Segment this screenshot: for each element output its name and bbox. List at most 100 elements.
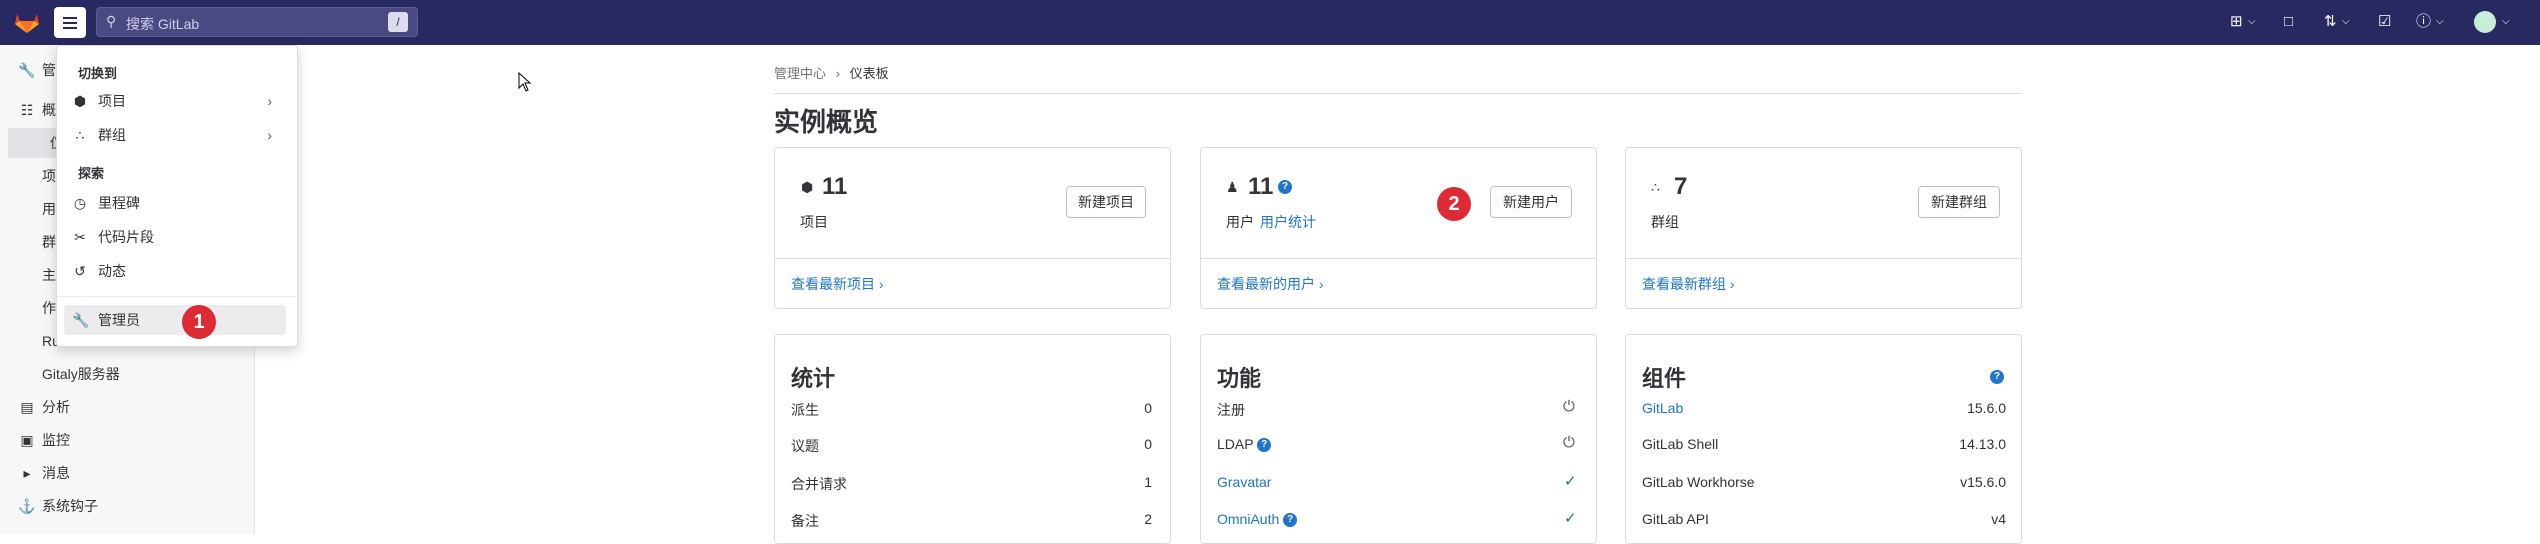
groups-count: 7 — [1674, 173, 1688, 200]
components-help-icon[interactable]: ? — [1990, 370, 2004, 384]
menu-item-projects[interactable]: ⬢ 项目 › — [64, 86, 286, 116]
latest-users-link[interactable]: 查看最新的用户 › — [1217, 274, 1324, 294]
chevron-down-icon[interactable]: ⌵ — [2436, 12, 2444, 32]
top-navbar: ⚲ 搜索 GitLab / ⊞ ⌵ □ ⇅ ⌵ ☑ ⓘ ⌵ ⌵ — [0, 0, 2540, 45]
component-api-version: v4 — [1991, 511, 2006, 527]
new-group-button[interactable]: 新建群组 — [1918, 186, 2000, 218]
menu-item-groups[interactable]: ∴ 群组 › — [64, 120, 286, 150]
stat-issues-value: 0 — [1144, 436, 1152, 452]
latest-groups-link[interactable]: 查看最新群组 › — [1642, 274, 1735, 294]
component-workhorse-label: GitLab Workhorse — [1642, 474, 1755, 490]
component-workhorse-version: v15.6.0 — [1960, 474, 2006, 490]
omniauth-help-icon[interactable]: ? — [1283, 513, 1298, 528]
hook-icon: ⚓ — [18, 498, 36, 514]
project-icon: ⬢ — [73, 93, 87, 109]
chevron-right-icon: › — [267, 127, 272, 143]
breadcrumb-separator: › — [835, 66, 840, 81]
users-count: 11 — [1248, 173, 1274, 200]
search-shortcut-key: / — [388, 12, 408, 32]
projects-label: 项目 — [800, 214, 828, 230]
clock-icon: ◷ — [73, 195, 87, 211]
ldap-help-icon[interactable]: ? — [1257, 438, 1272, 453]
gitlab-logo-icon[interactable] — [14, 10, 40, 34]
stat-merge-requests-label: 合并请求 — [791, 476, 847, 492]
breadcrumb: 管理中心 › 仪表板 — [774, 63, 889, 82]
component-gitlab-link[interactable]: GitLab — [1642, 400, 1683, 416]
stat-forks-value: 0 — [1144, 400, 1152, 416]
merge-request-icon[interactable]: ⇅ — [2324, 12, 2337, 32]
statistics-title: 统计 — [791, 366, 836, 391]
breadcrumb-admin[interactable]: 管理中心 — [774, 66, 826, 81]
menu-item-activity[interactable]: ↺ 动态 — [64, 256, 286, 286]
chevron-down-icon[interactable]: ⌵ — [2342, 12, 2350, 32]
new-user-button[interactable]: 新建用户 — [1490, 186, 1572, 218]
bullhorn-icon: ▸ — [23, 465, 31, 481]
menu-item-admin[interactable]: 🔧 管理员 — [64, 305, 286, 335]
sidebar-item-analytics[interactable]: ▤ 分析 — [0, 392, 254, 422]
main-menu-button[interactable] — [54, 7, 86, 38]
stat-notes-value: 2 — [1144, 511, 1152, 527]
users-label: 用户 — [1226, 214, 1254, 230]
sidebar-item-monitoring[interactable]: ▣ 监控 — [0, 425, 254, 455]
components-title: 组件 — [1642, 366, 1687, 391]
user-statistics-link[interactable]: 用户统计 — [1260, 212, 1316, 232]
overview-icon: ☷ — [20, 102, 34, 118]
avatar[interactable] — [2474, 11, 2496, 33]
chevron-down-icon[interactable]: ⌵ — [2502, 12, 2510, 32]
menu-item-milestones[interactable]: ◷ 里程碑 — [64, 188, 286, 218]
wrench-icon: 🔧 — [18, 62, 36, 78]
power-icon: ⏻ — [1563, 398, 1575, 415]
latest-projects-link[interactable]: 查看最新项目 › — [791, 274, 884, 294]
group-icon: ∴ — [75, 127, 85, 143]
search-input[interactable]: 搜索 GitLab — [126, 14, 199, 34]
help-icon[interactable]: ⓘ — [2416, 12, 2431, 32]
sidebar-item-messages[interactable]: ▸ 消息 — [0, 458, 254, 488]
component-api-label: GitLab API — [1642, 511, 1709, 527]
stat-merge-requests-value: 1 — [1144, 474, 1152, 490]
groups-card-footer — [1626, 258, 2021, 259]
check-icon: ✓ — [1564, 510, 1577, 527]
history-icon: ↺ — [74, 263, 86, 279]
group-icon: ∴ — [1651, 179, 1660, 195]
users-help-icon[interactable]: ? — [1278, 180, 1292, 194]
projects-count: 11 — [822, 173, 848, 200]
chevron-down-icon[interactable]: ⌵ — [2248, 12, 2256, 32]
project-icon: ⬢ — [801, 179, 814, 195]
component-gitlab-version[interactable]: 15.6.0 — [1900, 400, 2006, 416]
component-shell-label: GitLab Shell — [1642, 436, 1719, 452]
features-title: 功能 — [1217, 366, 1262, 391]
chart-icon: ▤ — [20, 399, 34, 415]
plus-square-icon[interactable]: ⊞ — [2230, 12, 2243, 32]
breadcrumb-current: 仪表板 — [849, 66, 889, 81]
wrench-icon: 🔧 — [72, 312, 90, 328]
groups-label: 群组 — [1651, 214, 1679, 230]
feature-signup-label: 注册 — [1217, 402, 1245, 418]
monitor-icon: ▣ — [20, 432, 34, 448]
breadcrumb-divider — [774, 93, 2022, 94]
stat-forks-label: 派生 — [791, 402, 819, 418]
mouse-cursor-icon — [518, 72, 532, 92]
search-icon: ⚲ — [106, 13, 117, 29]
chevron-right-icon: › — [267, 93, 272, 109]
projects-card-footer — [775, 258, 1170, 259]
sidebar-item-gitaly[interactable]: Gitaly服务器 — [0, 359, 254, 389]
check-icon: ✓ — [1564, 473, 1577, 490]
menu-item-snippets[interactable]: ✂ 代码片段 — [64, 222, 286, 252]
switch-to-header: 切换到 — [78, 66, 118, 81]
sidebar-item-system-hooks[interactable]: ⚓ 系统钩子 — [0, 491, 254, 521]
explore-header: 探索 — [78, 166, 105, 181]
issues-icon[interactable]: □ — [2284, 12, 2293, 32]
feature-omniauth-label: OmniAuth ? — [1217, 511, 1298, 528]
step-marker-1: 1 — [182, 305, 216, 339]
feature-gravatar-link[interactable]: Gravatar — [1217, 474, 1271, 490]
new-project-button[interactable]: 新建项目 — [1066, 186, 1146, 218]
page-title: 实例概览 — [774, 107, 879, 137]
users-card-footer — [1201, 258, 1596, 259]
feature-omniauth-link[interactable]: OmniAuth — [1217, 511, 1279, 527]
feature-ldap-label: LDAP ? — [1217, 436, 1272, 453]
scissors-icon: ✂ — [74, 229, 86, 245]
stat-issues-label: 议题 — [791, 438, 819, 454]
step-marker-2: 2 — [1437, 187, 1471, 221]
todo-icon[interactable]: ☑ — [2378, 12, 2391, 32]
dropdown-divider — [57, 296, 295, 297]
